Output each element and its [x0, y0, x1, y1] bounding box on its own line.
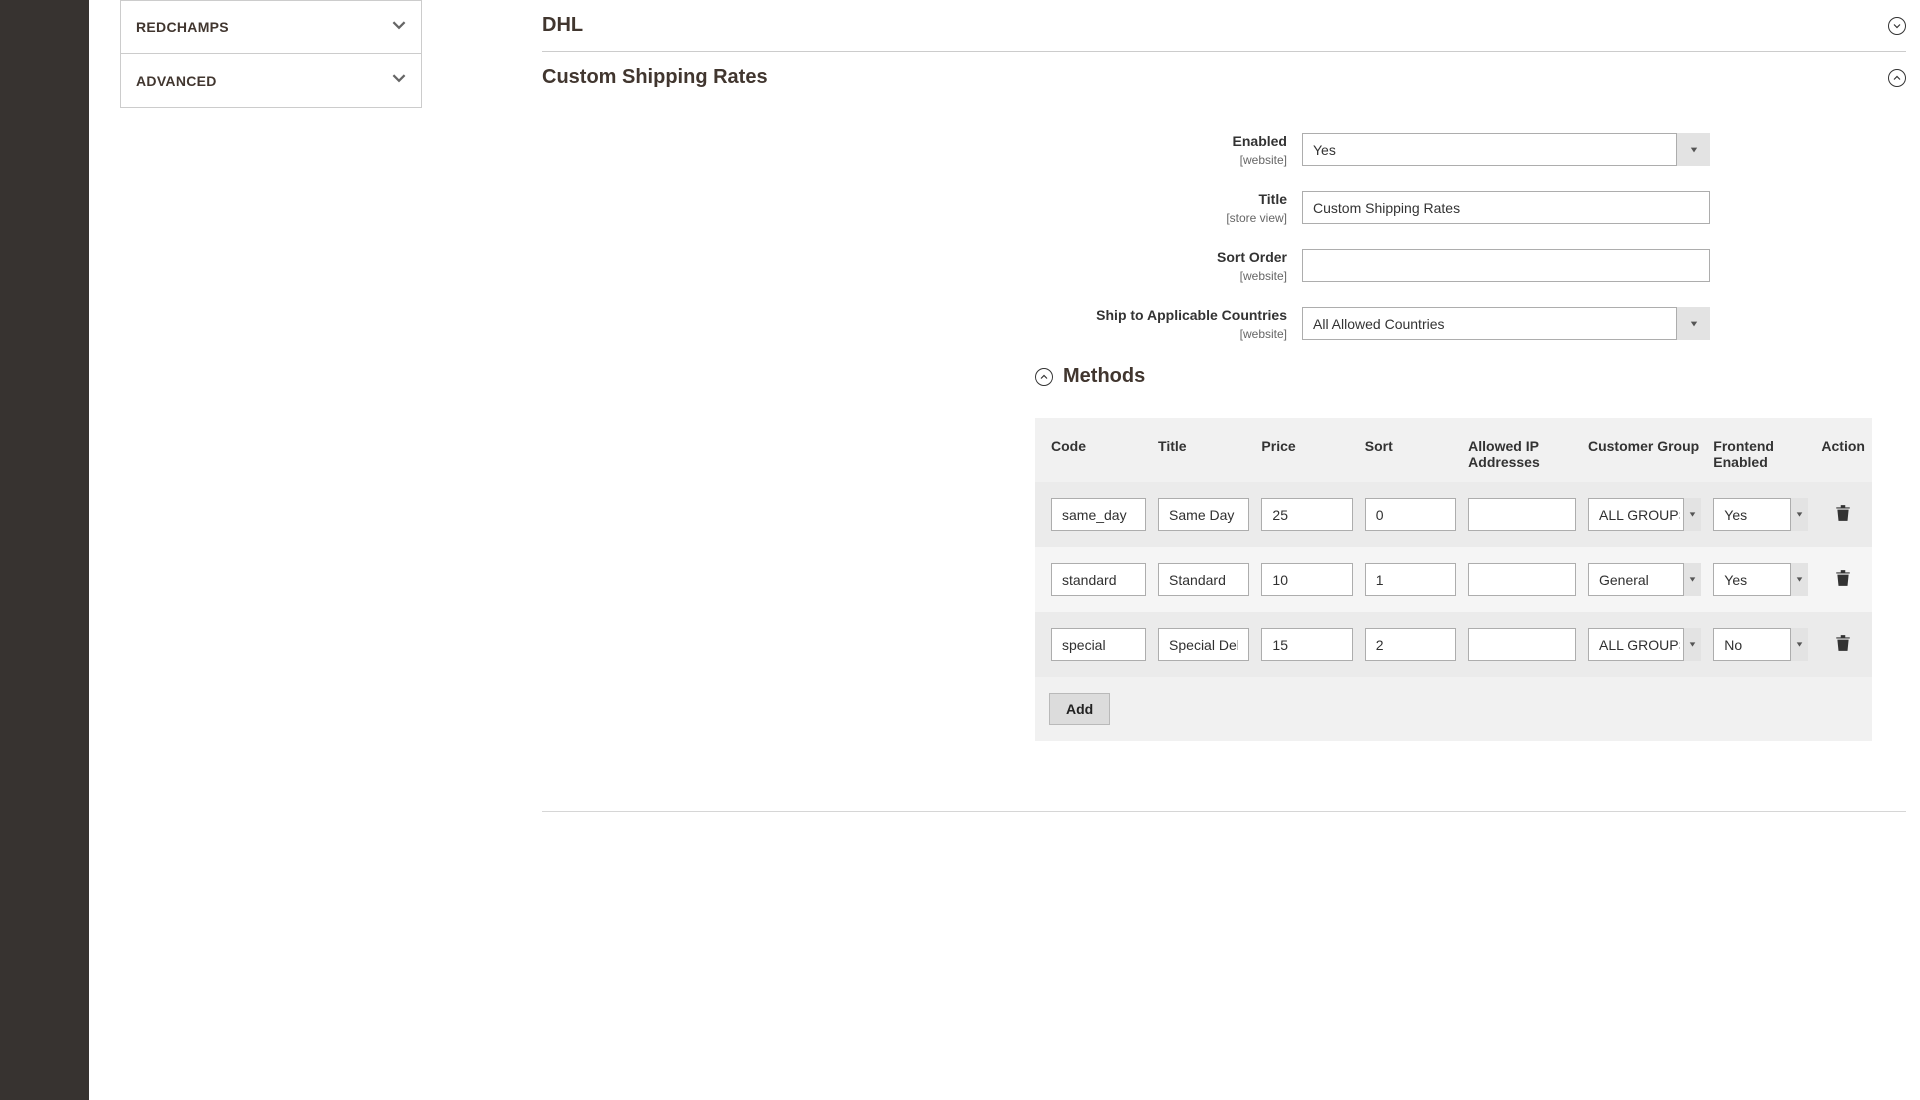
table-header: Code Title Price Sort Allowed IP Address… [1035, 418, 1872, 482]
sidebar-item-label: ADVANCED [136, 73, 217, 89]
fe-select[interactable]: Yes [1713, 498, 1808, 531]
sidebar-item-label: REDCHAMPS [136, 19, 229, 35]
th-ip: Allowed IP Addresses [1462, 438, 1582, 470]
delete-button[interactable] [1831, 500, 1855, 529]
section-title: DHL [542, 14, 583, 37]
price-input[interactable] [1261, 498, 1352, 531]
methods-title: Methods [1063, 365, 1145, 388]
sidebar-item-redchamps[interactable]: REDCHAMPS [120, 0, 422, 54]
delete-button[interactable] [1831, 630, 1855, 659]
trash-icon [1835, 640, 1851, 655]
table-row: General Yes [1035, 547, 1872, 612]
title-input[interactable] [1302, 191, 1710, 224]
page-footer [542, 811, 1906, 851]
code-input[interactable] [1051, 498, 1146, 531]
group-select[interactable]: General [1588, 563, 1701, 596]
fe-select[interactable]: Yes [1713, 563, 1808, 596]
chevron-down-icon [392, 18, 406, 37]
table-row: ALL GROUPS Yes [1035, 482, 1872, 547]
scope-sort-order: [website] [542, 269, 1287, 283]
methods-header[interactable]: Methods [1035, 365, 1906, 388]
ship-countries-select[interactable]: All Allowed Countries [1302, 307, 1710, 340]
group-select[interactable]: ALL GROUPS [1588, 628, 1701, 661]
fe-select[interactable]: No [1713, 628, 1808, 661]
label-sort-order: Sort Order [1217, 249, 1287, 265]
title-input[interactable] [1158, 563, 1249, 596]
trash-icon [1835, 575, 1851, 590]
section-dhl[interactable]: DHL [542, 0, 1906, 52]
sort-order-input[interactable] [1302, 249, 1710, 282]
methods-table: Code Title Price Sort Allowed IP Address… [1035, 418, 1872, 741]
th-price: Price [1255, 438, 1358, 470]
ip-input[interactable] [1468, 628, 1576, 661]
ip-input[interactable] [1468, 563, 1576, 596]
th-fe: Frontend Enabled [1707, 438, 1814, 470]
price-input[interactable] [1261, 563, 1352, 596]
group-select[interactable]: ALL GROUPS [1588, 498, 1701, 531]
label-ship-countries: Ship to Applicable Countries [1096, 307, 1287, 323]
sort-input[interactable] [1365, 628, 1456, 661]
collapse-icon [1888, 69, 1906, 87]
expand-icon [1888, 17, 1906, 35]
config-tabs: REDCHAMPS ADVANCED [120, 0, 422, 108]
sidebar-item-advanced[interactable]: ADVANCED [120, 54, 422, 108]
trash-icon [1835, 510, 1851, 525]
ip-input[interactable] [1468, 498, 1576, 531]
code-input[interactable] [1051, 563, 1146, 596]
scope-title: [store view] [542, 211, 1287, 225]
sort-input[interactable] [1365, 498, 1456, 531]
code-input[interactable] [1051, 628, 1146, 661]
section-custom-shipping-rates[interactable]: Custom Shipping Rates [542, 52, 1906, 103]
table-row: ALL GROUPS No [1035, 612, 1872, 677]
th-title: Title [1152, 438, 1255, 470]
delete-button[interactable] [1831, 565, 1855, 594]
chevron-down-icon [392, 71, 406, 90]
enabled-select[interactable]: Yes [1302, 133, 1710, 166]
price-input[interactable] [1261, 628, 1352, 661]
sort-input[interactable] [1365, 563, 1456, 596]
csr-form: Enabled [website] Yes Titl [542, 103, 1906, 341]
label-title: Title [1258, 191, 1287, 207]
title-input[interactable] [1158, 498, 1249, 531]
section-title: Custom Shipping Rates [542, 66, 768, 89]
title-input[interactable] [1158, 628, 1249, 661]
scope-enabled: [website] [542, 153, 1287, 167]
th-group: Customer Group [1582, 438, 1707, 470]
th-sort: Sort [1359, 438, 1462, 470]
collapse-icon [1035, 368, 1053, 386]
add-button[interactable]: Add [1049, 693, 1110, 725]
admin-nav [0, 0, 89, 1100]
label-enabled: Enabled [1233, 133, 1287, 149]
th-code: Code [1045, 438, 1152, 470]
scope-ship-countries: [website] [542, 327, 1287, 341]
th-action: Action [1814, 438, 1872, 470]
